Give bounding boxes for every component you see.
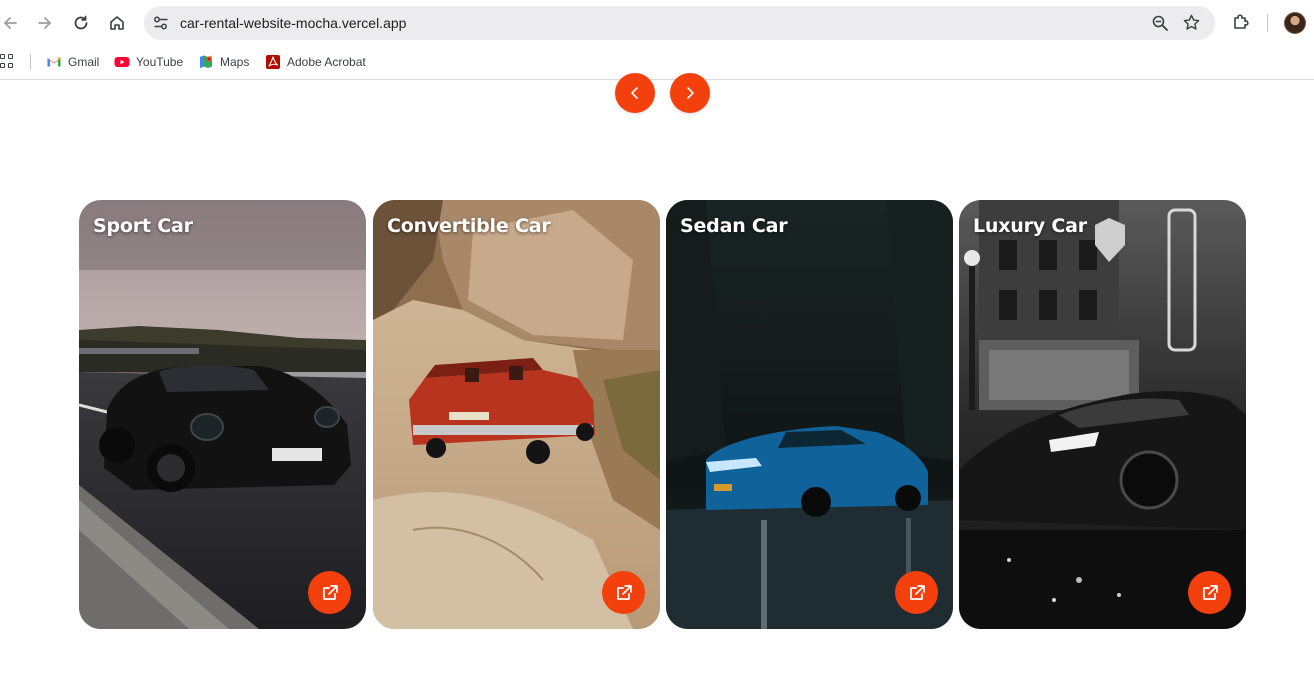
card-title: Luxury Car [973,215,1087,237]
zoom-icon[interactable] [1151,14,1169,32]
bookmark-label: YouTube [136,55,184,69]
browser-toolbar: car-rental-website-mocha.vercel.app [0,0,1314,46]
reload-icon [74,15,88,30]
bookmark-label: Adobe Acrobat [287,55,366,69]
address-bar[interactable]: car-rental-website-mocha.vercel.app [144,6,1215,40]
open-link-button[interactable] [602,571,645,614]
extensions-icon[interactable] [1231,12,1251,32]
forward-button[interactable] [31,9,59,37]
bookmark-label: Gmail [68,55,100,69]
adobe-acrobat-icon [266,55,280,69]
external-link-icon [1202,584,1218,600]
home-icon [110,16,124,30]
back-button[interactable] [0,9,24,37]
open-link-button[interactable] [308,571,351,614]
carousel-prev-button[interactable] [615,73,655,113]
car-card-sport[interactable]: Sport Car [79,200,366,629]
chevron-left-icon [631,87,638,99]
sport-car-image [79,200,366,629]
convertible-car-image [373,200,660,629]
bookmark-star-icon[interactable] [1182,13,1201,32]
gmail-icon [47,57,61,67]
chevron-right-icon [687,87,694,99]
bookmark-youtube[interactable]: YouTube [114,52,183,72]
bookmark-gmail[interactable]: Gmail [46,52,99,72]
bookmark-adobe-acrobat[interactable]: Adobe Acrobat [265,52,366,72]
open-link-button[interactable] [895,571,938,614]
card-title: Sport Car [93,215,193,237]
bookmark-label: Maps [220,55,250,69]
reload-button[interactable] [67,9,95,37]
site-settings-icon[interactable] [152,14,170,32]
sedan-car-image [666,200,953,629]
youtube-icon [114,57,130,67]
luxury-car-image [959,200,1246,629]
car-card-convertible[interactable]: Convertible Car [373,200,660,629]
external-link-icon [909,584,925,600]
arrow-right-icon [38,17,51,29]
home-button[interactable] [103,9,131,37]
apps-grid-icon[interactable] [0,54,14,68]
external-link-icon [616,584,632,600]
bookmark-maps[interactable]: Maps [198,52,249,72]
external-link-icon [322,584,338,600]
url-text[interactable]: car-rental-website-mocha.vercel.app [180,15,406,31]
arrow-left-icon [4,17,17,29]
page-content: Sport Car Convertible Car Sedan Car Luxu… [0,73,1314,688]
car-card-luxury[interactable]: Luxury Car [959,200,1246,629]
maps-icon [200,55,212,68]
profile-avatar[interactable] [1284,12,1306,34]
bookmarks-divider [30,54,31,70]
card-title: Convertible Car [387,215,551,237]
toolbar-divider [1267,14,1268,32]
car-card-sedan[interactable]: Sedan Car [666,200,953,629]
carousel-next-button[interactable] [670,73,710,113]
open-link-button[interactable] [1188,571,1231,614]
card-title: Sedan Car [680,215,788,237]
bookmarks-bar: Gmail YouTube Maps Adobe Acrobat [0,46,1314,80]
